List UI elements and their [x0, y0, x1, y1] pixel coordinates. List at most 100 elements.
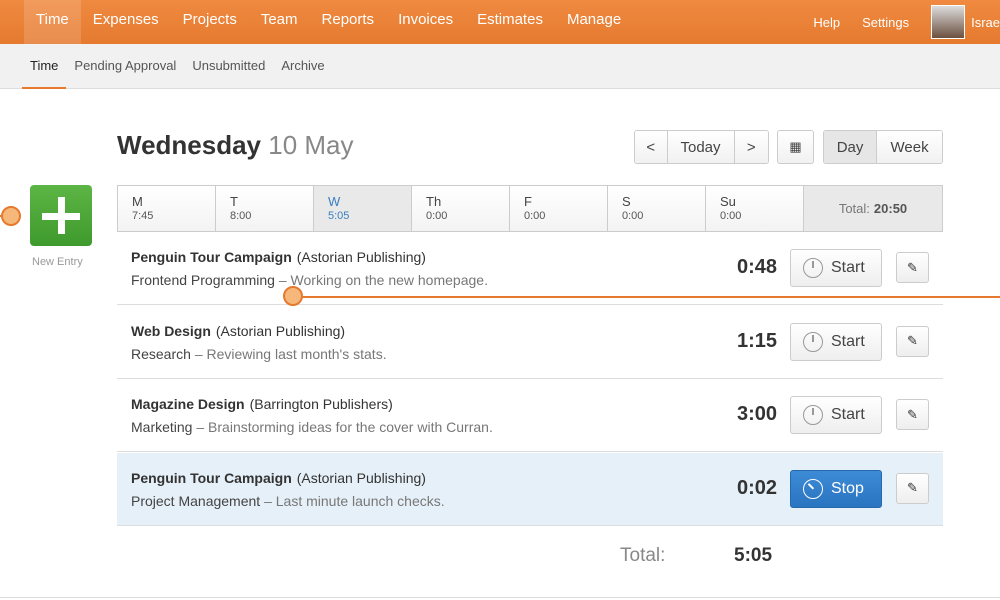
start-timer-button[interactable]: Start [790, 322, 882, 361]
entry-client: (Astorian Publishing) [296, 249, 426, 265]
nav-invoices[interactable]: Invoices [386, 0, 465, 44]
entry-project: Penguin Tour Campaign [131, 469, 292, 486]
edit-entry-button[interactable]: ✎ [896, 252, 929, 283]
day-total-value: 5:05 [734, 545, 773, 566]
entry-detail: Research – Reviewing last month's stats. [131, 345, 387, 362]
entry-note: Working on the new homepage. [290, 272, 488, 288]
entry-detail: Project Management – Last minute launch … [131, 492, 445, 509]
day-wed[interactable]: W 5:05 [314, 186, 412, 231]
entry-client: (Astorian Publishing) [215, 322, 346, 339]
entry-title: Penguin Tour Campaign (Astorian Publishin… [131, 470, 426, 486]
day-label: T [230, 194, 238, 209]
entry-client: (Astorian Publishing) [296, 469, 426, 486]
timer-button-label: Start [831, 332, 865, 350]
day-hours: 0:00 [622, 210, 644, 222]
time-entry-row: Penguin Tour Campaign (Astorian Publishin… [117, 452, 943, 526]
entry-detail: Marketing – Brainstorming ideas for the … [131, 419, 493, 435]
entry-duration: 0:02 [736, 476, 777, 499]
help-link[interactable]: Help [813, 15, 840, 30]
day-label: Su [720, 194, 736, 209]
tab-archive[interactable]: Archive [273, 44, 332, 89]
nav-time[interactable]: Time [24, 0, 81, 44]
tab-time[interactable]: Time [22, 44, 67, 89]
entry-task: Research [131, 345, 191, 362]
entry-note: Brainstorming ideas for the cover with C… [208, 419, 493, 435]
nav-team[interactable]: Team [249, 0, 310, 44]
day-hours: 0:00 [524, 210, 546, 222]
day-label: M [132, 194, 143, 209]
clock-icon [803, 478, 823, 499]
start-timer-button[interactable]: Start [790, 249, 882, 287]
stop-timer-button[interactable]: Stop [790, 469, 882, 508]
entry-project: Web Design [131, 322, 211, 339]
day-label: W [328, 194, 341, 209]
day-hours: 5:05 [328, 210, 350, 222]
entry-title: Penguin Tour Campaign (Astorian Publishin… [131, 249, 426, 265]
new-entry-button[interactable] [30, 185, 92, 246]
entry-title: Web Design (Astorian Publishing) [131, 323, 345, 339]
day-fri[interactable]: F 0:00 [510, 186, 608, 231]
start-timer-button[interactable]: Start [790, 396, 882, 434]
date: 10 May [268, 130, 354, 160]
pencil-icon: ✎ [907, 333, 918, 348]
time-entry-row: Magazine Design (Barrington Publishers) M… [117, 379, 943, 452]
nav-manage[interactable]: Manage [555, 0, 633, 44]
entry-project: Penguin Tour Campaign [131, 249, 292, 265]
next-button[interactable]: > [734, 131, 768, 163]
week-total: Total: 20:50 [804, 186, 942, 231]
entry-task: Project Management [131, 492, 261, 509]
calendar-icon: ▦ [789, 139, 802, 154]
edit-entry-button[interactable]: ✎ [896, 325, 929, 357]
entry-project: Magazine Design [131, 396, 245, 412]
day-hours: 0:00 [426, 210, 448, 222]
entry-duration: 3:00 [736, 403, 777, 425]
prev-button[interactable]: < [635, 131, 668, 163]
sub-nav: Time Pending Approval Unsubmitted Archiv… [0, 44, 1000, 89]
day-label: Th [426, 194, 442, 209]
today-button[interactable]: Today [667, 131, 735, 163]
timer-button-label: Start [831, 406, 865, 423]
nav-projects[interactable]: Projects [171, 0, 249, 44]
settings-link[interactable]: Settings [862, 15, 909, 30]
day-mon[interactable]: M 7:45 [118, 186, 216, 231]
entry-duration: 1:15 [736, 329, 777, 352]
day-sat[interactable]: S 0:00 [608, 186, 706, 231]
day-total-label: Total: [620, 545, 666, 566]
week-view-button[interactable]: Week [877, 131, 942, 163]
timer-button-label: Stop [831, 479, 864, 497]
tab-unsubmitted[interactable]: Unsubmitted [184, 44, 273, 89]
avatar[interactable] [931, 5, 966, 39]
timer-button-label: Start [831, 259, 865, 276]
day-thu[interactable]: Th 0:00 [412, 186, 510, 231]
nav-reports[interactable]: Reports [310, 0, 387, 44]
nav-expenses[interactable]: Expenses [81, 0, 171, 44]
tab-pending-approval[interactable]: Pending Approval [66, 44, 184, 89]
entry-client: (Barrington Publishers) [249, 396, 393, 412]
view-toggle: Day Week [823, 130, 943, 164]
day-view-button[interactable]: Day [824, 131, 878, 163]
day-tue[interactable]: T 8:00 [216, 186, 314, 231]
calendar-button[interactable]: ▦ [777, 130, 814, 164]
edit-entry-button[interactable]: ✎ [896, 472, 929, 504]
time-entry-row: Web Design (Astorian Publishing) Research… [117, 306, 943, 379]
day-sun[interactable]: Su 0:00 [706, 186, 804, 231]
clock-icon [803, 258, 823, 278]
pencil-icon: ✎ [907, 259, 918, 275]
divider [0, 597, 1000, 598]
nav-estimates[interactable]: Estimates [465, 0, 555, 44]
annotation-marker [1, 206, 21, 226]
user-name[interactable]: Israe [971, 15, 1000, 30]
day-label: F [524, 194, 532, 209]
entry-note: Last minute launch checks. [275, 492, 445, 509]
day-label: S [622, 194, 631, 209]
entry-detail: Frontend Programming – Working on the ne… [131, 272, 488, 288]
entry-title: Magazine Design (Barrington Publishers) [131, 396, 393, 412]
week-strip: M 7:45 T 8:00 W 5:05 Th 0:00 F 0:00 S 0:00 Su 0… [117, 185, 943, 232]
entry-note: Reviewing last month's stats. [206, 345, 387, 362]
week-total-value: 20:50 [873, 201, 908, 216]
page-title: Wednesday 10 May [117, 130, 354, 161]
date-nav: < Today > [634, 130, 769, 164]
day-hours: 0:00 [720, 210, 742, 222]
entry-task: Frontend Programming [131, 272, 275, 288]
edit-entry-button[interactable]: ✎ [896, 399, 929, 430]
